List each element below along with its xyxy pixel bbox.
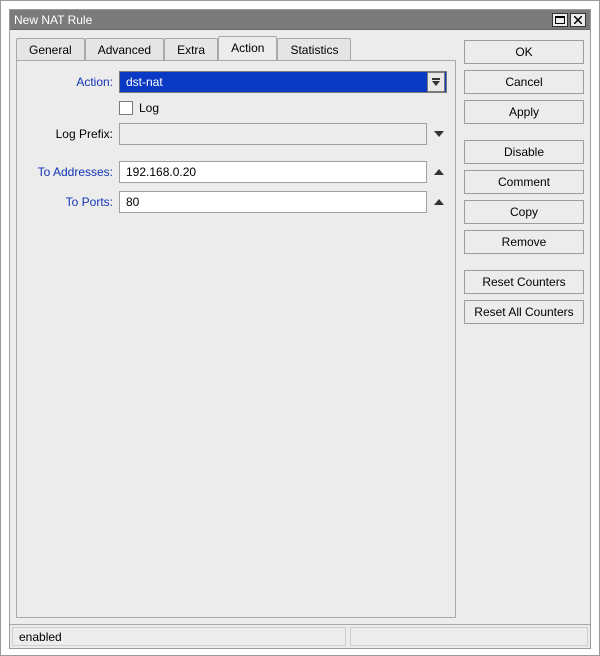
status-right [350, 627, 588, 646]
tab-strip: General Advanced Extra Action Statistics [16, 36, 456, 60]
reset-counters-button[interactable]: Reset Counters [464, 270, 584, 294]
log-prefix-input[interactable] [119, 123, 427, 145]
to-ports-input[interactable] [119, 191, 427, 213]
action-combobox[interactable]: dst-nat [119, 71, 447, 93]
side-button-panel: OK Cancel Apply Disable Comment Copy Rem… [464, 36, 584, 618]
to-addresses-collapse-icon[interactable] [431, 169, 447, 175]
cancel-button[interactable]: Cancel [464, 70, 584, 94]
to-addresses-label: To Addresses: [25, 165, 119, 179]
action-value: dst-nat [120, 75, 427, 89]
dialog-window: New NAT Rule General Advanced Extra Acti… [9, 9, 591, 649]
tab-action[interactable]: Action [218, 36, 277, 60]
ok-button[interactable]: OK [464, 40, 584, 64]
copy-button[interactable]: Copy [464, 200, 584, 224]
window-title: New NAT Rule [14, 13, 550, 27]
log-prefix-expand-icon[interactable] [431, 131, 447, 137]
action-label: Action: [25, 75, 119, 89]
tab-panel-action: Action: dst-nat Log [16, 60, 456, 618]
tab-advanced[interactable]: Advanced [85, 38, 164, 61]
reset-all-counters-button[interactable]: Reset All Counters [464, 300, 584, 324]
status-left: enabled [12, 627, 346, 646]
to-ports-label: To Ports: [25, 195, 119, 209]
close-button[interactable] [570, 13, 586, 27]
maximize-button[interactable] [552, 13, 568, 27]
apply-button[interactable]: Apply [464, 100, 584, 124]
titlebar: New NAT Rule [10, 10, 590, 30]
remove-button[interactable]: Remove [464, 230, 584, 254]
action-dropdown-button[interactable] [427, 72, 445, 92]
tab-general[interactable]: General [16, 38, 85, 61]
log-checkbox[interactable] [119, 101, 133, 115]
status-bar: enabled [10, 624, 590, 648]
tab-extra[interactable]: Extra [164, 38, 218, 61]
comment-button[interactable]: Comment [464, 170, 584, 194]
disable-button[interactable]: Disable [464, 140, 584, 164]
log-prefix-label: Log Prefix: [25, 127, 119, 141]
log-label: Log [139, 101, 159, 115]
tab-statistics[interactable]: Statistics [277, 38, 351, 61]
to-addresses-input[interactable] [119, 161, 427, 183]
to-ports-collapse-icon[interactable] [431, 199, 447, 205]
